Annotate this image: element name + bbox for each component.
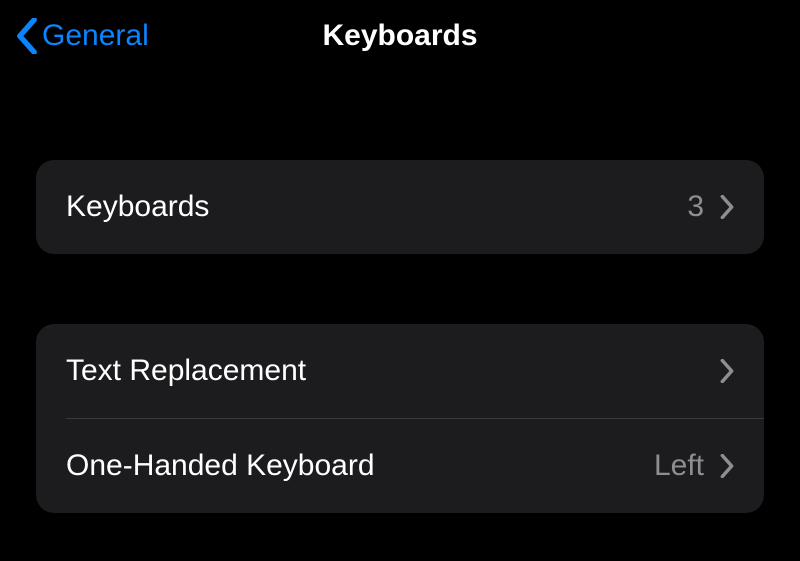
- chevron-right-icon: [720, 359, 734, 383]
- chevron-right-icon: [720, 195, 734, 219]
- row-label-one-handed: One-Handed Keyboard: [66, 449, 654, 483]
- row-value-one-handed: Left: [654, 449, 704, 483]
- row-label-text-replacement: Text Replacement: [66, 354, 720, 388]
- chevron-right-icon: [720, 454, 734, 478]
- navigation-bar: General Keyboards: [0, 0, 800, 72]
- settings-group-text: Text Replacement One-Handed Keyboard Lef…: [36, 324, 764, 513]
- back-button-label: General: [42, 19, 149, 53]
- settings-group-keyboards: Keyboards 3: [36, 160, 764, 254]
- chevron-left-icon: [16, 18, 38, 54]
- back-button[interactable]: General: [16, 18, 149, 54]
- row-text-replacement[interactable]: Text Replacement: [36, 324, 764, 418]
- row-label-keyboards: Keyboards: [66, 190, 687, 224]
- page-title: Keyboards: [322, 19, 477, 53]
- row-value-keyboards-count: 3: [687, 190, 704, 224]
- settings-content: Keyboards 3 Text Replacement One-Handed …: [0, 160, 800, 513]
- row-keyboards[interactable]: Keyboards 3: [36, 160, 764, 254]
- row-one-handed-keyboard[interactable]: One-Handed Keyboard Left: [36, 419, 764, 513]
